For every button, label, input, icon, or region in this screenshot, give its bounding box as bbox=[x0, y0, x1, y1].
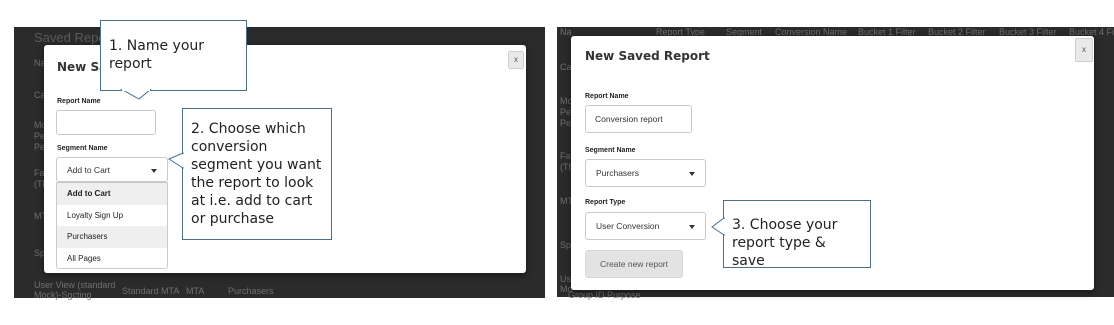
report-type-label: Report Type bbox=[585, 199, 626, 206]
callout-pointer bbox=[120, 89, 152, 100]
bg-text: Fa bbox=[560, 151, 571, 161]
chevron-down-icon bbox=[689, 225, 695, 229]
close-button[interactable]: x bbox=[508, 51, 524, 69]
close-button[interactable]: x bbox=[1075, 38, 1093, 62]
report-name-input[interactable] bbox=[56, 110, 156, 135]
bg-row-cell: User View (standard bbox=[34, 280, 116, 290]
bg-text: Fa bbox=[34, 168, 45, 178]
bg-saved-reports-title: Saved Repo bbox=[34, 30, 106, 45]
bg-text: Group ID Purpose bbox=[568, 290, 641, 300]
segment-name-label: Segment Name bbox=[585, 147, 636, 154]
bg-row-cell: Standard MTA bbox=[122, 286, 180, 296]
segment-name-label: Segment Name bbox=[57, 145, 108, 152]
callout-pointer bbox=[168, 152, 184, 169]
bg-text: Pe bbox=[560, 107, 572, 117]
bg-row-cell: Purchasers bbox=[228, 286, 274, 296]
segment-select-value: Add to Cart bbox=[67, 164, 110, 175]
dropdown-option-loyalty-sign-up[interactable]: Loyalty Sign Up bbox=[57, 205, 167, 227]
dropdown-option-add-to-cart[interactable]: Add to Cart bbox=[57, 183, 167, 205]
bg-text: Ca bbox=[560, 62, 572, 72]
dropdown-option-purchasers[interactable]: Purchasers bbox=[57, 226, 167, 248]
bg-row-cell: Mock)-Sgcting bbox=[34, 290, 92, 300]
dropdown-option-all-pages[interactable]: All Pages bbox=[57, 248, 167, 269]
bg-text: Us bbox=[560, 274, 571, 284]
report-name-input[interactable]: Conversion report bbox=[585, 105, 692, 133]
callout-pointer bbox=[711, 217, 725, 236]
segment-select-value: Purchasers bbox=[596, 168, 639, 178]
callout-name-report: 1. Name your report bbox=[100, 20, 247, 91]
report-type-select-value: User Conversion bbox=[596, 221, 660, 231]
create-new-report-button[interactable]: Create new report bbox=[585, 250, 683, 278]
report-name-label: Report Name bbox=[57, 98, 101, 105]
bg-header-cell: Na bbox=[560, 27, 572, 37]
bg-text: Sp bbox=[560, 240, 572, 250]
modal-title: New Saved Report bbox=[585, 49, 710, 63]
bg-row-cell: MTA bbox=[186, 286, 205, 296]
segment-dropdown-menu: Add to Cart Loyalty Sign Up Purchasers A… bbox=[56, 182, 168, 269]
report-type-select[interactable]: User Conversion bbox=[585, 212, 706, 240]
callout-choose-report-type: 3. Choose your report type & save bbox=[723, 200, 871, 269]
chevron-down-icon bbox=[151, 168, 157, 173]
bg-text: Pe bbox=[560, 118, 572, 128]
chevron-down-icon bbox=[689, 172, 695, 176]
callout-choose-segment: 2. Choose which conversion segment you w… bbox=[182, 108, 332, 240]
segment-select[interactable]: Add to Cart bbox=[56, 157, 168, 182]
segment-select[interactable]: Purchasers bbox=[585, 159, 706, 187]
report-name-label: Report Name bbox=[585, 93, 629, 100]
